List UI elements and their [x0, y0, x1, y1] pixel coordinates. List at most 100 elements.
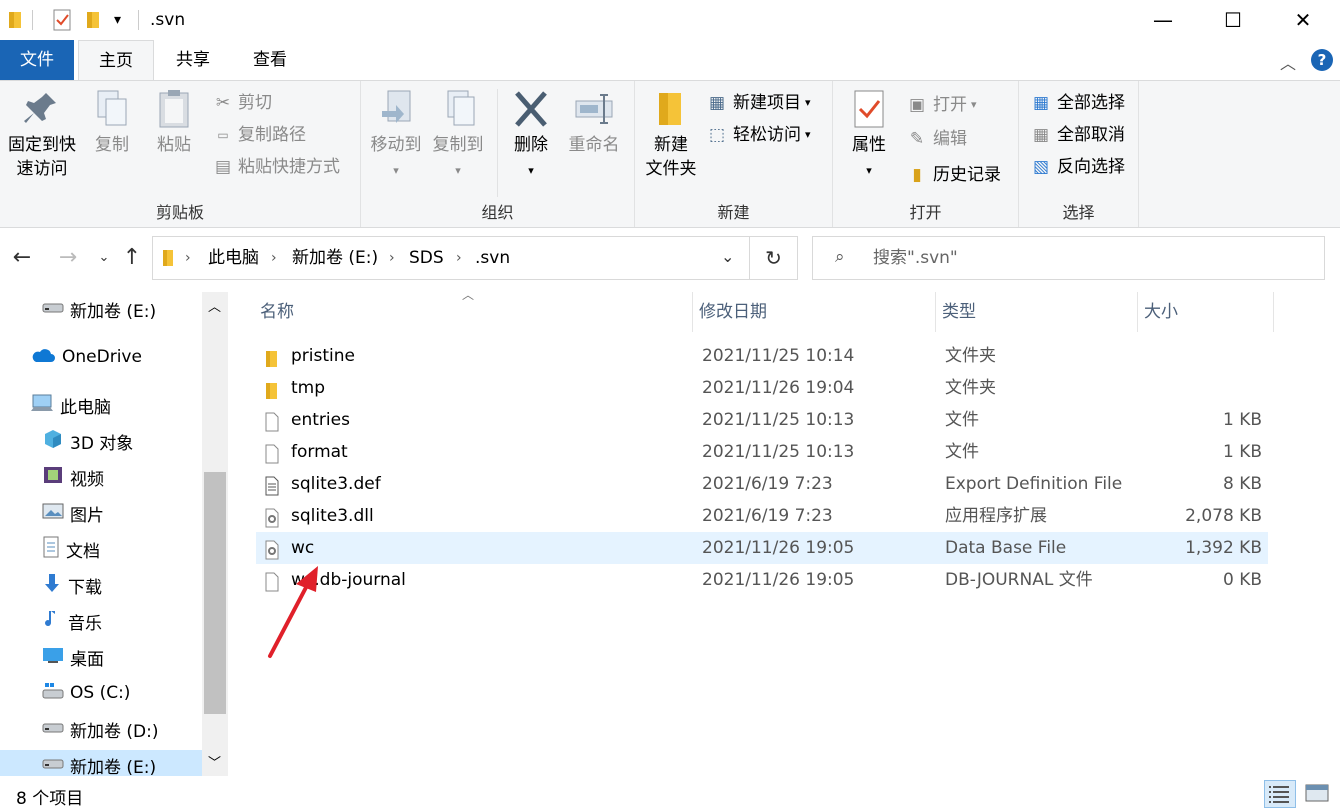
chevron-right-icon[interactable]: ›	[185, 247, 191, 269]
nav-desktop[interactable]: 桌面	[42, 642, 104, 672]
customize-quick-access-icon[interactable]: ▾	[114, 8, 121, 32]
file-type: 文件	[945, 442, 979, 462]
help-icon[interactable]: ?	[1311, 49, 1333, 71]
maximize-button[interactable]: ☐	[1198, 0, 1268, 40]
large-icons-view-button[interactable]	[1302, 780, 1334, 808]
collapse-ribbon-icon[interactable]: ︿	[1280, 50, 1296, 74]
new-folder-button[interactable]: 新建 文件夹	[639, 89, 703, 181]
tab-share[interactable]: 共享	[156, 40, 230, 80]
scroll-up-icon[interactable]: ︿	[208, 296, 221, 315]
file-row[interactable]: sqlite3.def 2021/6/19 7:23 Export Definiti…	[256, 468, 1268, 500]
file-row[interactable]: wc 2021/11/26 19:05 Data Base File 1,392 KB	[256, 532, 1268, 564]
nav-videos[interactable]: 视频	[42, 462, 104, 492]
new-item-button[interactable]: ▦ 新建项目 ▾	[705, 91, 811, 115]
up-button[interactable]: ↑	[118, 244, 146, 272]
tab-home[interactable]: 主页	[78, 40, 154, 81]
file-row[interactable]: format 2021/11/25 10:13 文件 1 KB	[256, 436, 1268, 468]
nav-drive-e[interactable]: 新加卷 (E:)	[0, 750, 202, 776]
nav-drive-d[interactable]: 新加卷 (D:)	[42, 714, 159, 744]
column-name[interactable]: 名称	[254, 292, 693, 332]
history-button[interactable]: ▮ 历史记录	[905, 163, 1001, 187]
nav-scrollbar[interactable]: ︿ ﹀	[202, 292, 228, 776]
properties-icon	[854, 90, 884, 128]
file-type: 文件	[945, 410, 979, 430]
chevron-right-icon[interactable]: ›	[271, 247, 277, 269]
tab-file[interactable]: 文件	[0, 40, 74, 80]
column-type[interactable]: 类型	[936, 292, 1138, 332]
cloud-icon	[30, 346, 56, 369]
back-button[interactable]: ←	[8, 244, 36, 272]
breadcrumb-svn[interactable]: .svn	[475, 247, 510, 269]
select-none-button[interactable]: ▦ 全部取消	[1029, 123, 1125, 147]
pin-quick-access-button[interactable]: 固定到快 速访问	[4, 89, 80, 181]
file-date: 2021/6/19 7:23	[702, 474, 833, 494]
easy-access-button[interactable]: ⬚ 轻松访问 ▾	[705, 123, 811, 147]
computer-icon	[30, 393, 54, 418]
tab-view[interactable]: 查看	[234, 40, 306, 80]
window-title: .svn	[150, 10, 186, 30]
nav-this-pc[interactable]: 此电脑	[30, 390, 111, 420]
file-row[interactable]: tmp 2021/11/26 19:04 文件夹	[256, 372, 1268, 404]
forward-button[interactable]: →	[54, 244, 82, 272]
nav-drive-e-top[interactable]: 新加卷 (E:)	[42, 294, 156, 324]
new-folder-quick-icon[interactable]	[86, 8, 102, 32]
delete-button[interactable]: 删除 ▾	[503, 89, 559, 183]
nav-os-c[interactable]: OS (C:)	[42, 678, 130, 708]
move-to-button[interactable]: 移动到 ▾	[365, 89, 427, 183]
search-input[interactable]: 搜索".svn"	[873, 247, 958, 269]
rename-button[interactable]: 重命名	[561, 89, 627, 157]
nav-scroll-thumb[interactable]	[204, 472, 226, 714]
refresh-button[interactable]: ↻	[750, 236, 798, 280]
properties-button[interactable]: 属性 ▾	[841, 89, 897, 183]
nav-onedrive[interactable]: OneDrive	[30, 342, 142, 372]
nav-music[interactable]: 音乐	[42, 606, 102, 636]
recent-locations-icon[interactable]: ⌄	[90, 244, 118, 272]
history-icon: ▮	[912, 165, 922, 185]
nav-item-label: 视频	[70, 469, 104, 490]
select-all-button[interactable]: ▦ 全部选择	[1029, 91, 1125, 115]
edit-label: 编辑	[933, 129, 967, 149]
address-dropdown-icon[interactable]: ⌄	[721, 247, 734, 266]
details-view-button[interactable]	[1264, 780, 1296, 808]
file-row[interactable]: sqlite3.dll 2021/6/19 7:23 应用程序扩展 2,078 KB	[256, 500, 1268, 532]
file-row[interactable]: wc.db-journal 2021/11/26 19:05 DB-JOURNAL …	[256, 564, 1268, 596]
nav-pictures[interactable]: 图片	[42, 498, 104, 528]
address-bar[interactable]: › 此电脑 › 新加卷 (E:) › SDS › .svn ⌄	[152, 236, 750, 280]
nav-downloads[interactable]: 下载	[42, 570, 102, 600]
column-size[interactable]: 大小	[1138, 292, 1274, 332]
delete-label: 删除	[514, 135, 548, 155]
open-button[interactable]: ▣ 打开 ▾	[905, 93, 977, 117]
chevron-right-icon[interactable]: ›	[456, 247, 462, 269]
search-box[interactable]: ⌕ 搜索".svn"	[812, 236, 1325, 280]
invert-selection-button[interactable]: ▧ 反向选择	[1029, 155, 1125, 179]
copy-path-button[interactable]: ▭ 复制路径	[212, 123, 306, 147]
properties-quick-icon[interactable]	[52, 8, 72, 32]
nav-documents[interactable]: 文档	[42, 534, 100, 564]
drive-icon	[42, 755, 64, 775]
open-label: 打开	[933, 95, 967, 115]
nav-item-label: 新加卷 (E:)	[70, 757, 157, 777]
paste-shortcut-button[interactable]: ▤ 粘贴快捷方式	[212, 155, 340, 179]
cut-button[interactable]: ✂ 剪切	[212, 91, 272, 115]
copy-to-button[interactable]: 复制到 ▾	[427, 89, 489, 183]
file-row[interactable]: entries 2021/11/25 10:13 文件 1 KB	[256, 404, 1268, 436]
chevron-right-icon[interactable]: ›	[389, 247, 395, 269]
organize-group: 移动到 ▾ 复制到 ▾ 删除 ▾ 重命名 组织	[361, 81, 635, 227]
edit-button[interactable]: ✎ 编辑	[905, 127, 967, 151]
windows-drive-icon	[42, 682, 64, 705]
details-view-icon	[1269, 786, 1289, 803]
desktop-icon	[42, 646, 64, 669]
breadcrumb-drive-e[interactable]: 新加卷 (E:)	[292, 247, 378, 269]
breadcrumb-sds[interactable]: SDS	[409, 247, 444, 269]
close-button[interactable]: ✕	[1268, 0, 1338, 40]
nav-3d-objects[interactable]: 3D 对象	[42, 426, 133, 456]
copy-button[interactable]: 复制	[82, 89, 142, 157]
scroll-down-icon[interactable]: ﹀	[208, 752, 221, 771]
paste-button[interactable]: 粘贴	[144, 89, 204, 157]
breadcrumb-this-pc[interactable]: 此电脑	[208, 247, 259, 269]
paste-shortcut-label: 粘贴快捷方式	[238, 157, 340, 177]
file-row[interactable]: pristine 2021/11/25 10:14 文件夹	[256, 340, 1268, 372]
minimize-button[interactable]: —	[1128, 0, 1198, 40]
column-date[interactable]: 修改日期	[693, 292, 936, 332]
folder-icon	[161, 247, 175, 273]
